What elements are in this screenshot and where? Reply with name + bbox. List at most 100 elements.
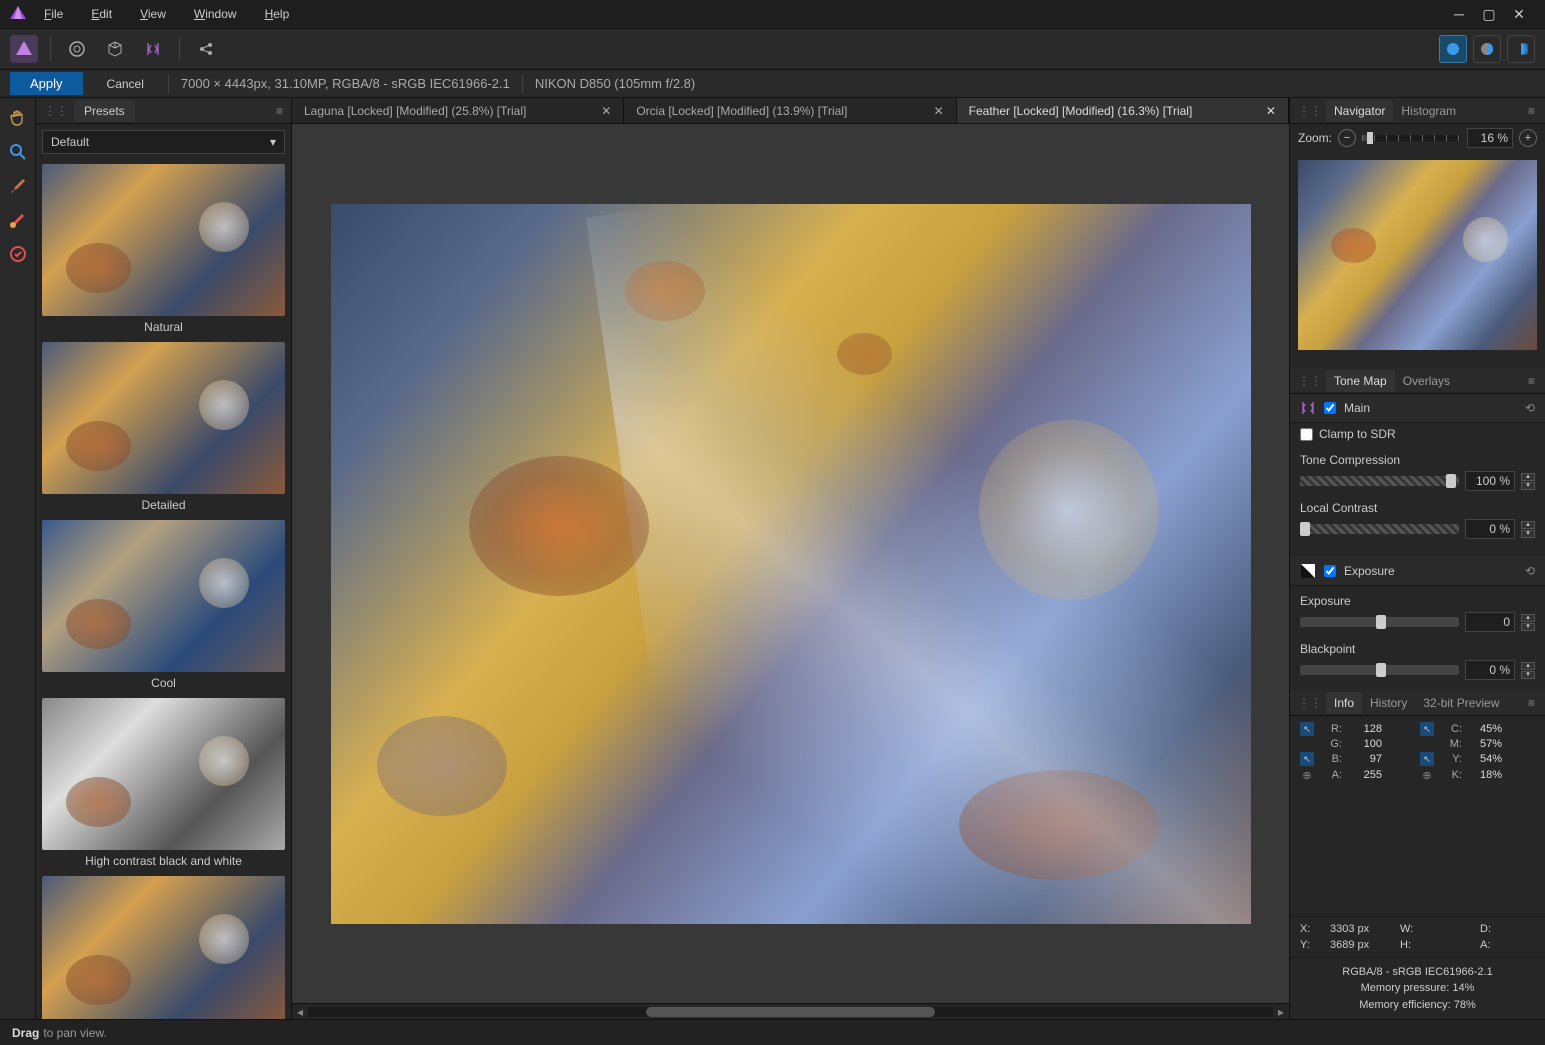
tb-cube-icon[interactable] (101, 35, 129, 63)
navigator-thumbnail[interactable] (1298, 160, 1537, 350)
panel-menu-icon[interactable]: ≡ (276, 104, 283, 118)
context-toolbar: Apply Cancel 7000 × 4443px, 31.10MP, RGB… (0, 70, 1545, 98)
view-split-icon[interactable] (1473, 35, 1501, 63)
cancel-button[interactable]: Cancel (95, 73, 156, 95)
view-hdr-icon[interactable] (1507, 35, 1535, 63)
grip-icon[interactable]: ⋮⋮ (1294, 104, 1326, 118)
reset-icon[interactable]: ⟲ (1525, 564, 1535, 578)
menu-help[interactable]: Help (253, 3, 302, 25)
hand-tool-icon[interactable] (4, 104, 32, 132)
blackpoint-input[interactable]: 0 % (1465, 660, 1515, 680)
zoom-out-button[interactable]: − (1338, 129, 1356, 147)
mem-pressure-text: Memory pressure: 14% (1296, 980, 1539, 997)
tab-overlays[interactable]: Overlays (1395, 370, 1458, 392)
scroll-left-icon[interactable]: ◂ (292, 1005, 308, 1019)
tb-share-icon[interactable] (192, 35, 220, 63)
zoom-tool-icon[interactable] (4, 138, 32, 166)
clamp-label: Clamp to SDR (1319, 427, 1396, 441)
compression-label: Tone Compression (1300, 453, 1535, 467)
tab-title: Feather [Locked] [Modified] (16.3%) [Tri… (969, 104, 1258, 118)
tb-mirror-icon[interactable] (139, 35, 167, 63)
preset-list[interactable]: Natural Detailed Cool High contrast blac… (36, 160, 291, 1019)
menu-window[interactable]: Window (182, 3, 249, 25)
target-icon[interactable]: ⊕ (1300, 768, 1314, 782)
local-contrast-input[interactable]: 0 % (1465, 519, 1515, 539)
compression-slider[interactable] (1300, 476, 1459, 486)
tab-32bit[interactable]: 32-bit Preview (1415, 692, 1507, 714)
horizontal-scrollbar[interactable]: ◂ ▸ (292, 1003, 1289, 1019)
preset-item[interactable]: Detailed (42, 342, 285, 516)
tab-tonemap[interactable]: Tone Map (1326, 370, 1395, 392)
scroll-thumb[interactable] (646, 1007, 936, 1017)
document-tab[interactable]: Feather [Locked] [Modified] (16.3%) [Tri… (957, 98, 1289, 123)
tab-close-icon[interactable]: ✕ (593, 104, 611, 118)
exposure-input[interactable]: 0 (1465, 612, 1515, 632)
view-sdr-icon[interactable] (1439, 35, 1467, 63)
dropdown-value: Default (51, 135, 89, 149)
zoom-input[interactable]: 16 % (1467, 128, 1513, 148)
target-icon[interactable]: ⊕ (1420, 768, 1434, 782)
blackpoint-slider[interactable] (1300, 665, 1459, 675)
document-tabs: Laguna [Locked] [Modified] (25.8%) [Tria… (292, 98, 1289, 124)
preset-item[interactable] (42, 876, 285, 1019)
gradient-tool-icon[interactable] (4, 206, 32, 234)
tb-circle-icon[interactable] (63, 35, 91, 63)
sampler-cmyk-icon[interactable]: ↖ (1420, 722, 1434, 736)
tab-histogram[interactable]: Histogram (1393, 100, 1464, 122)
panel-menu-icon[interactable]: ≡ (1522, 374, 1541, 388)
document-tab[interactable]: Laguna [Locked] [Modified] (25.8%) [Tria… (292, 98, 624, 123)
grip-icon[interactable]: ⋮⋮ (1294, 374, 1326, 388)
tab-close-icon[interactable]: ✕ (1258, 104, 1276, 118)
minimize-icon[interactable]: ─ (1449, 4, 1469, 24)
info-ypos-label: Y: (1300, 939, 1320, 951)
tab-history[interactable]: History (1362, 692, 1415, 714)
presets-header: ⋮⋮ Presets ≡ (36, 98, 291, 124)
crop-tool-icon[interactable] (4, 240, 32, 268)
close-icon[interactable]: ✕ (1509, 4, 1529, 24)
tab-navigator[interactable]: Navigator (1326, 100, 1393, 122)
panel-menu-icon[interactable]: ≡ (1522, 696, 1541, 710)
menu-view[interactable]: View (128, 3, 178, 25)
preset-item[interactable]: High contrast black and white (42, 698, 285, 872)
separator (50, 37, 51, 61)
reset-icon[interactable]: ⟲ (1525, 401, 1535, 415)
preset-thumbnail (42, 698, 285, 850)
scroll-right-icon[interactable]: ▸ (1273, 1005, 1289, 1019)
preset-item[interactable]: Cool (42, 520, 285, 694)
maximize-icon[interactable]: ▢ (1479, 4, 1499, 24)
clamp-checkbox[interactable] (1300, 428, 1313, 441)
sampler-icon[interactable]: ↖ (1300, 752, 1314, 766)
canvas-viewport[interactable] (292, 124, 1289, 1003)
preset-item[interactable]: Natural (42, 164, 285, 338)
exposure-checkbox[interactable] (1324, 565, 1336, 577)
spinner[interactable]: ▴▾ (1521, 662, 1535, 679)
brush-tool-icon[interactable] (4, 172, 32, 200)
apply-button[interactable]: Apply (10, 72, 83, 95)
preset-category-dropdown[interactable]: Default ▾ (42, 130, 285, 154)
grip-icon[interactable]: ⋮⋮ (1294, 696, 1326, 710)
tab-info[interactable]: Info (1326, 692, 1362, 714)
zoom-slider[interactable] (1362, 135, 1461, 141)
main-checkbox[interactable] (1324, 402, 1336, 414)
menu-edit[interactable]: Edit (79, 3, 124, 25)
document-tab[interactable]: Orcia [Locked] [Modified] (13.9%) [Trial… (624, 98, 956, 123)
statusbar: Drag to pan view. (0, 1019, 1545, 1045)
presets-tab[interactable]: Presets (74, 100, 135, 122)
grip-icon[interactable]: ⋮⋮ (44, 104, 74, 118)
persona-photo-icon[interactable] (10, 35, 38, 63)
sampler-icon[interactable]: ↖ (1420, 752, 1434, 766)
tab-close-icon[interactable]: ✕ (926, 104, 944, 118)
spinner[interactable]: ▴▾ (1521, 521, 1535, 538)
exposure-slider[interactable] (1300, 617, 1459, 627)
preset-thumbnail (42, 342, 285, 494)
info-m-label: M: (1446, 738, 1462, 750)
sampler-rgb-icon[interactable]: ↖ (1300, 722, 1314, 736)
scroll-track[interactable] (308, 1007, 1273, 1017)
menu-file[interactable]: File (32, 3, 75, 25)
local-contrast-slider[interactable] (1300, 524, 1459, 534)
compression-input[interactable]: 100 % (1465, 471, 1515, 491)
spinner[interactable]: ▴▾ (1521, 614, 1535, 631)
panel-menu-icon[interactable]: ≡ (1522, 104, 1541, 118)
spinner[interactable]: ▴▾ (1521, 473, 1535, 490)
zoom-in-button[interactable]: + (1519, 129, 1537, 147)
